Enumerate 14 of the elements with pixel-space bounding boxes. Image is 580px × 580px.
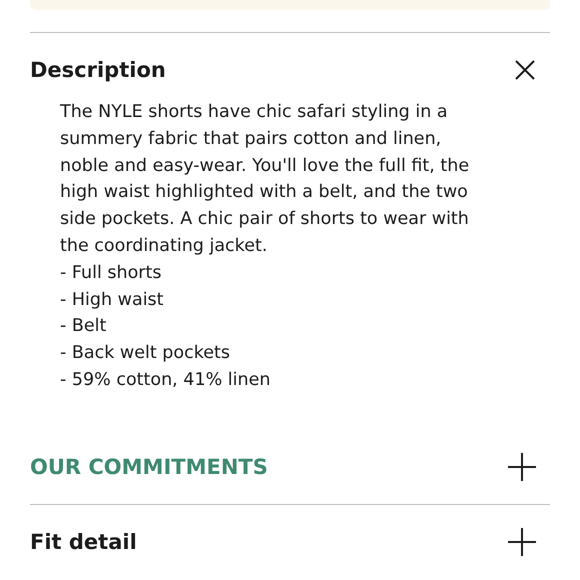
section-title: Fit detail — [30, 530, 137, 554]
accordion-header[interactable]: OUR COMMITMENTS — [30, 430, 550, 504]
feature-item: - Full shorts — [60, 262, 162, 285]
close-icon[interactable] — [514, 59, 536, 81]
feature-item: - Back welt pockets — [60, 342, 231, 366]
feature-item: - Belt — [60, 315, 108, 338]
section-title: OUR COMMITMENTS — [30, 454, 268, 479]
feature-item: - High waist — [60, 288, 165, 312]
section-title: Description — [30, 58, 166, 82]
description-text: The NYLE shorts have chic safari styling in a summery fabric that pairs cotton and linen, noble and easy-wear. You'll love the full fit, the high waist highlighted with a belt, and the two side pockets. A chic pair of shorts to wear with the coordinating jacket. — [60, 101, 470, 258]
accordion-header[interactable]: Fit detail — [30, 504, 550, 579]
plus-icon[interactable] — [508, 528, 536, 556]
feature-item: - 59% cotton, 41% linen — [60, 368, 272, 392]
plus-icon[interactable] — [508, 452, 536, 481]
